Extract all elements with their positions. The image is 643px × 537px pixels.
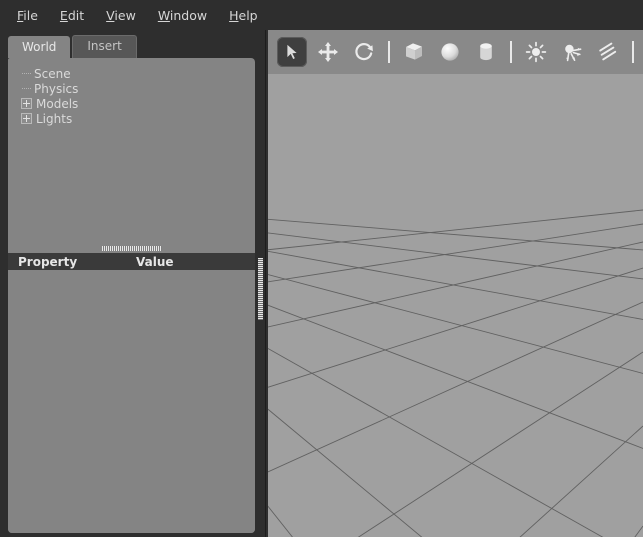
rotate-mode-icon[interactable]: [349, 37, 379, 67]
3d-viewport[interactable]: http://blog.csdn.net/ktigerhero3 Steps: …: [268, 74, 643, 537]
menu-view-label: iew: [114, 7, 136, 23]
toolbar-separator-1: [388, 41, 390, 63]
tree-item-models-label: Models: [36, 96, 79, 111]
insert-box-icon[interactable]: [399, 37, 429, 67]
splitter-grip-icon: [258, 258, 263, 320]
menu-edit-accel: E: [59, 7, 68, 23]
insert-sphere-icon[interactable]: [435, 37, 465, 67]
main-vertical-splitter[interactable]: [255, 30, 268, 537]
world-tree: Scene Physics Models Lights: [8, 58, 255, 244]
splitter-grip-icon: [101, 246, 162, 251]
menu-file-label: ile: [23, 7, 38, 23]
select-mode-icon[interactable]: [277, 37, 307, 67]
left-panel: World Insert Scene Physics Models Lights: [0, 30, 264, 537]
menu-edit[interactable]: Edit: [49, 4, 95, 27]
expand-plus-icon[interactable]: [21, 98, 32, 109]
menu-help-accel: H: [229, 7, 239, 23]
column-header-value[interactable]: Value: [136, 255, 174, 269]
directional-light-icon[interactable]: [593, 37, 623, 67]
render-toolbar: [268, 30, 643, 74]
point-light-icon[interactable]: [521, 37, 551, 67]
column-header-property[interactable]: Property: [18, 255, 136, 269]
insert-cylinder-icon[interactable]: [471, 37, 501, 67]
tree-item-lights-label: Lights: [36, 111, 73, 126]
tree-item-scene-label: Scene: [34, 66, 71, 81]
render-area: http://blog.csdn.net/ktigerhero3 Steps: …: [268, 30, 643, 537]
expand-plus-icon[interactable]: [21, 113, 32, 124]
tree-connector-icon: [20, 66, 34, 81]
menu-edit-label: dit: [67, 7, 85, 23]
menu-help[interactable]: Help: [218, 4, 269, 27]
toolbar-separator-2: [510, 41, 512, 63]
tab-insert[interactable]: Insert: [72, 35, 137, 58]
menu-window[interactable]: Window: [147, 4, 218, 27]
tree-item-models[interactable]: Models: [8, 96, 255, 111]
toolbar-separator-3: [632, 41, 634, 63]
menu-file[interactable]: File: [6, 4, 49, 27]
panel-tab-bar: World Insert: [8, 35, 137, 58]
property-table-body[interactable]: [8, 270, 255, 533]
menu-help-label: elp: [238, 7, 258, 23]
spot-light-icon[interactable]: [557, 37, 587, 67]
tree-item-physics-label: Physics: [34, 81, 79, 96]
panel-horizontal-splitter[interactable]: [8, 244, 255, 253]
menu-window-accel: W: [157, 7, 170, 23]
menu-bar: File Edit View Window Help: [0, 0, 643, 30]
ground-plane-grid: [268, 74, 643, 537]
tree-connector-icon: [20, 81, 34, 96]
splitter-divider-line: [265, 30, 266, 537]
menu-view[interactable]: View: [95, 4, 147, 27]
world-panel-body: Scene Physics Models Lights Property Val…: [8, 58, 255, 533]
translate-mode-icon[interactable]: [313, 37, 343, 67]
tree-item-lights[interactable]: Lights: [8, 111, 255, 126]
tab-world[interactable]: World: [8, 36, 71, 58]
tree-item-physics[interactable]: Physics: [8, 81, 255, 96]
property-table-header: Property Value: [8, 253, 255, 270]
menu-window-label: indow: [169, 7, 208, 23]
tree-item-scene[interactable]: Scene: [8, 66, 255, 81]
